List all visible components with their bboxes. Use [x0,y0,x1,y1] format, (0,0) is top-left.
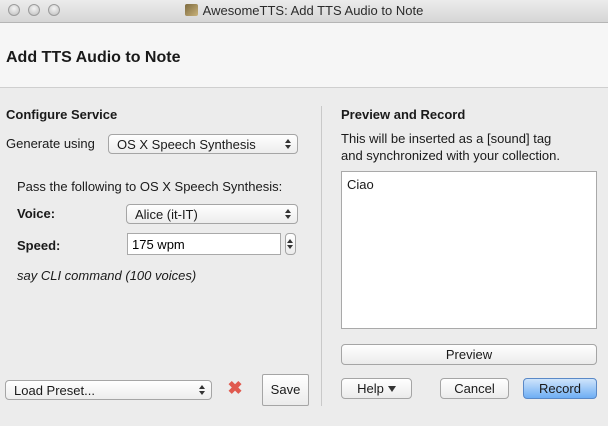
tts-text-area[interactable]: Ciao [341,171,597,329]
delete-preset-icon[interactable]: ✖ [226,379,244,397]
title-bar: AwesomeTTS: Add TTS Audio to Note [0,0,608,23]
window-title-wrap: AwesomeTTS: Add TTS Audio to Note [0,3,608,18]
window-title: AwesomeTTS: Add TTS Audio to Note [202,3,424,18]
preview-description-line2: and synchronized with your collection. [341,148,560,163]
select-arrows-icon [199,384,206,396]
preview-record-heading: Preview and Record [341,107,466,122]
configure-service-heading: Configure Service [6,107,118,122]
speed-label: Speed: [17,238,61,253]
column-divider [321,106,322,406]
dialog-window: AwesomeTTS: Add TTS Audio to Note Add TT… [0,0,608,426]
record-button[interactable]: Record [523,378,597,399]
generate-using-label: Generate using [6,136,95,151]
pass-options-label: Pass the following to OS X Speech Synthe… [17,179,283,194]
app-icon [184,4,198,16]
chevron-down-icon [387,386,396,392]
service-select[interactable]: OS X Speech Synthesis [108,134,298,154]
load-preset-value: Load Preset... [14,383,95,398]
preview-description-line1: This will be inserted as a [sound] tag [341,131,552,146]
select-arrows-icon [285,138,292,150]
page-title: Add TTS Audio to Note [6,49,181,66]
select-arrows-icon [285,208,292,220]
service-note: say CLI command (100 voices) [17,268,197,283]
help-label: Help [357,381,384,396]
speed-field[interactable] [127,233,281,255]
preview-button[interactable]: Preview [341,344,597,365]
stepper-arrows-icon [287,238,294,250]
load-preset-select[interactable]: Load Preset... [5,380,212,400]
cancel-button[interactable]: Cancel [440,378,509,399]
voice-select-value: Alice (it-IT) [135,207,198,222]
speed-stepper[interactable] [285,233,296,255]
voice-select[interactable]: Alice (it-IT) [126,204,298,224]
save-preset-button[interactable]: Save [262,374,309,406]
voice-label: Voice: [17,206,56,221]
help-button[interactable]: Help [341,378,412,399]
service-select-value: OS X Speech Synthesis [117,137,256,152]
